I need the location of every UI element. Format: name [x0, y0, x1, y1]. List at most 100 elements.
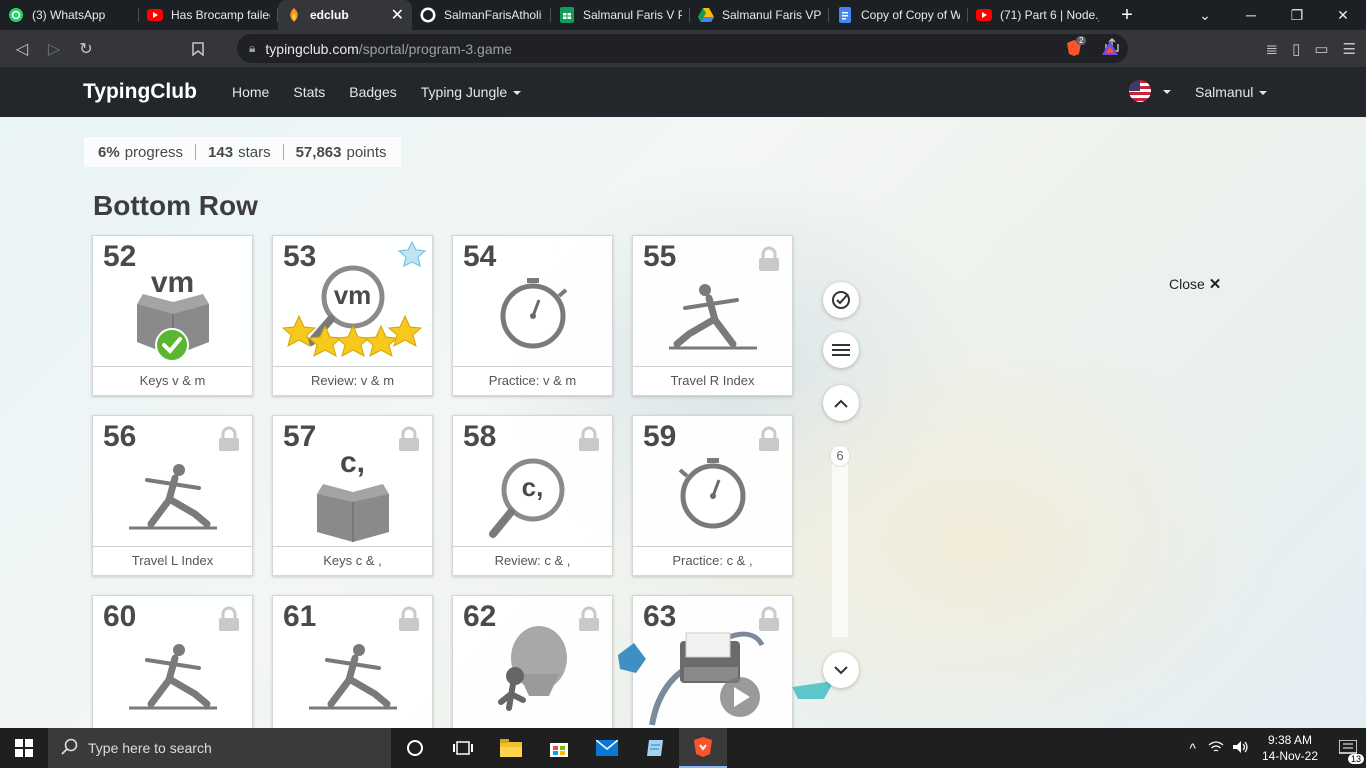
- url-path: /sportal/program-3.game: [358, 40, 513, 57]
- site-header: TypingClub Home Stats Badges Typing Jung…: [0, 67, 1366, 117]
- notepad-icon[interactable]: [631, 728, 679, 768]
- sidebar-icon[interactable]: ▯: [1292, 40, 1300, 58]
- drive-icon: [698, 7, 714, 23]
- minimize-icon[interactable]: ─: [1228, 0, 1274, 30]
- us-flag-icon[interactable]: [1129, 80, 1151, 102]
- list-menu-button[interactable]: [823, 332, 859, 368]
- notification-center-icon[interactable]: 13: [1330, 728, 1366, 768]
- lesson-card-62[interactable]: 62: [452, 595, 613, 728]
- lesson-label: Travel L Index: [93, 546, 252, 575]
- volume-icon[interactable]: [1232, 740, 1250, 757]
- whatsapp-icon: [8, 7, 24, 23]
- nav-typing-jungle-label: Typing Jungle: [420, 84, 508, 100]
- lesson-keys: vm: [333, 280, 372, 310]
- nav-badges[interactable]: Badges: [349, 84, 396, 100]
- scroll-up-button[interactable]: [823, 385, 859, 421]
- close-label: Close: [1169, 276, 1205, 292]
- tab-youtube-brocamp[interactable]: Has Brocamp failed: [139, 0, 278, 30]
- lesson-card-57[interactable]: 57 c, Keys c & ,: [272, 415, 433, 576]
- lesson-label: Review: v & m: [273, 366, 432, 395]
- wallet-icon[interactable]: ▭: [1314, 40, 1328, 58]
- new-tab-icon[interactable]: +: [1107, 4, 1147, 27]
- cortana-icon[interactable]: [391, 728, 439, 768]
- check-icon: [155, 328, 189, 362]
- lesson-card-61[interactable]: 61: [272, 595, 433, 728]
- tab-edclub[interactable]: edclub ✕: [278, 0, 412, 30]
- section-title: Bottom Row: [93, 190, 258, 221]
- playlist-icon[interactable]: ≣: [1266, 40, 1279, 58]
- lock-icon: 🔒︎: [249, 41, 256, 55]
- page-scroll-track[interactable]: [832, 447, 848, 637]
- tab-label: Has Brocamp failed: [171, 8, 270, 22]
- scroll-down-button[interactable]: [823, 652, 859, 688]
- lesson-card-55[interactable]: 55 Travel R Index: [632, 235, 793, 396]
- lesson-card-53[interactable]: 53 vm Review: v & m: [272, 235, 433, 396]
- completed-filter-button[interactable]: [823, 282, 859, 318]
- progress-label: progress: [124, 143, 184, 161]
- shield-count-badge: 2: [1076, 36, 1087, 45]
- lesson-card-52[interactable]: 52 vm Keys v & m: [92, 235, 253, 396]
- microsoft-store-icon[interactable]: [535, 728, 583, 768]
- tab-docs[interactable]: Copy of Copy of W: [829, 0, 968, 30]
- close-tab-icon[interactable]: ✕: [391, 5, 404, 25]
- tab-drive[interactable]: Salmanul Faris VP -: [690, 0, 829, 30]
- close-button[interactable]: Close ✕: [1169, 275, 1221, 293]
- youtube-icon: [976, 7, 992, 23]
- tab-youtube-node[interactable]: (71) Part 6 | Node.j: [968, 0, 1107, 30]
- bookmark-icon[interactable]: [182, 33, 214, 65]
- address-bar[interactable]: 🔒︎ typingclub.com/sportal/program-3.game: [237, 34, 1128, 63]
- github-icon: [420, 7, 436, 23]
- file-explorer-icon[interactable]: [487, 728, 535, 768]
- lesson-label: Keys c & ,: [273, 546, 432, 575]
- menu-icon[interactable]: ☰: [1343, 40, 1356, 58]
- brave-shield-icon[interactable]: 2: [1066, 36, 1088, 58]
- mail-icon[interactable]: [583, 728, 631, 768]
- tab-sheets[interactable]: Salmanul Faris V P: [551, 0, 690, 30]
- lesson-label: Review: c & ,: [453, 546, 612, 575]
- taskbar-search-box[interactable]: Type here to search: [48, 728, 391, 768]
- lesson-card-56[interactable]: 56 Travel L Index: [92, 415, 253, 576]
- docs-icon: [837, 7, 853, 23]
- chevron-down-icon[interactable]: [1163, 90, 1171, 94]
- brave-browser-icon[interactable]: [679, 728, 727, 768]
- yoga-pose-icon: [129, 644, 217, 710]
- chevron-up-icon[interactable]: ^: [1189, 740, 1196, 756]
- tab-whatsapp[interactable]: (3) WhatsApp: [0, 0, 139, 30]
- notification-count-badge: 13: [1347, 754, 1364, 764]
- clock[interactable]: 9:38 AM 14-Nov-22: [1262, 732, 1318, 764]
- task-view-icon[interactable]: [439, 728, 487, 768]
- restore-icon[interactable]: ❐: [1274, 0, 1320, 30]
- tab-search-icon[interactable]: ⌄: [1182, 0, 1228, 30]
- typewriter-game-icon[interactable]: [612, 615, 836, 728]
- tab-label: (3) WhatsApp: [32, 8, 106, 22]
- site-logo[interactable]: TypingClub: [83, 80, 197, 104]
- lesson-card-58[interactable]: 58 c, Review: c & ,: [452, 415, 613, 576]
- lesson-card-54[interactable]: 54 Practice: v & m: [452, 235, 613, 396]
- nav-stats[interactable]: Stats: [293, 84, 325, 100]
- lesson-card-59[interactable]: 59 Practice: c & ,: [632, 415, 793, 576]
- reload-icon[interactable]: ↻: [70, 33, 102, 65]
- tab-label: Salmanul Faris V P: [583, 8, 682, 22]
- windows-start-icon[interactable]: [0, 728, 48, 768]
- stars-label: stars: [238, 143, 271, 161]
- forward-icon[interactable]: ▷: [38, 33, 70, 65]
- yoga-pose-icon: [669, 284, 757, 350]
- back-icon[interactable]: ◁: [6, 33, 38, 65]
- lesson-keys: c,: [521, 472, 544, 502]
- wifi-icon[interactable]: [1208, 740, 1224, 757]
- lesson-card-60[interactable]: 60: [92, 595, 253, 728]
- user-menu[interactable]: Salmanul: [1195, 84, 1268, 100]
- nav-typing-jungle[interactable]: Typing Jungle: [420, 84, 522, 100]
- tab-github[interactable]: SalmanFarisAtholi: [412, 0, 551, 30]
- system-tray: ^ 9:38 AM 14-Nov-22 13: [1189, 728, 1366, 768]
- tab-label: SalmanFarisAtholi: [444, 8, 542, 22]
- nav-home[interactable]: Home: [232, 84, 269, 100]
- tab-label: edclub: [310, 8, 349, 22]
- chevron-down-icon: [1259, 91, 1268, 96]
- close-window-icon[interactable]: ✕: [1320, 0, 1366, 30]
- chevron-down-icon: [513, 91, 522, 96]
- window-controls: ⌄ ─ ❐ ✕: [1182, 0, 1366, 30]
- brave-rewards-icon[interactable]: [1101, 40, 1119, 61]
- points-value: 57,863: [295, 143, 342, 161]
- check-circle-icon: [832, 291, 850, 309]
